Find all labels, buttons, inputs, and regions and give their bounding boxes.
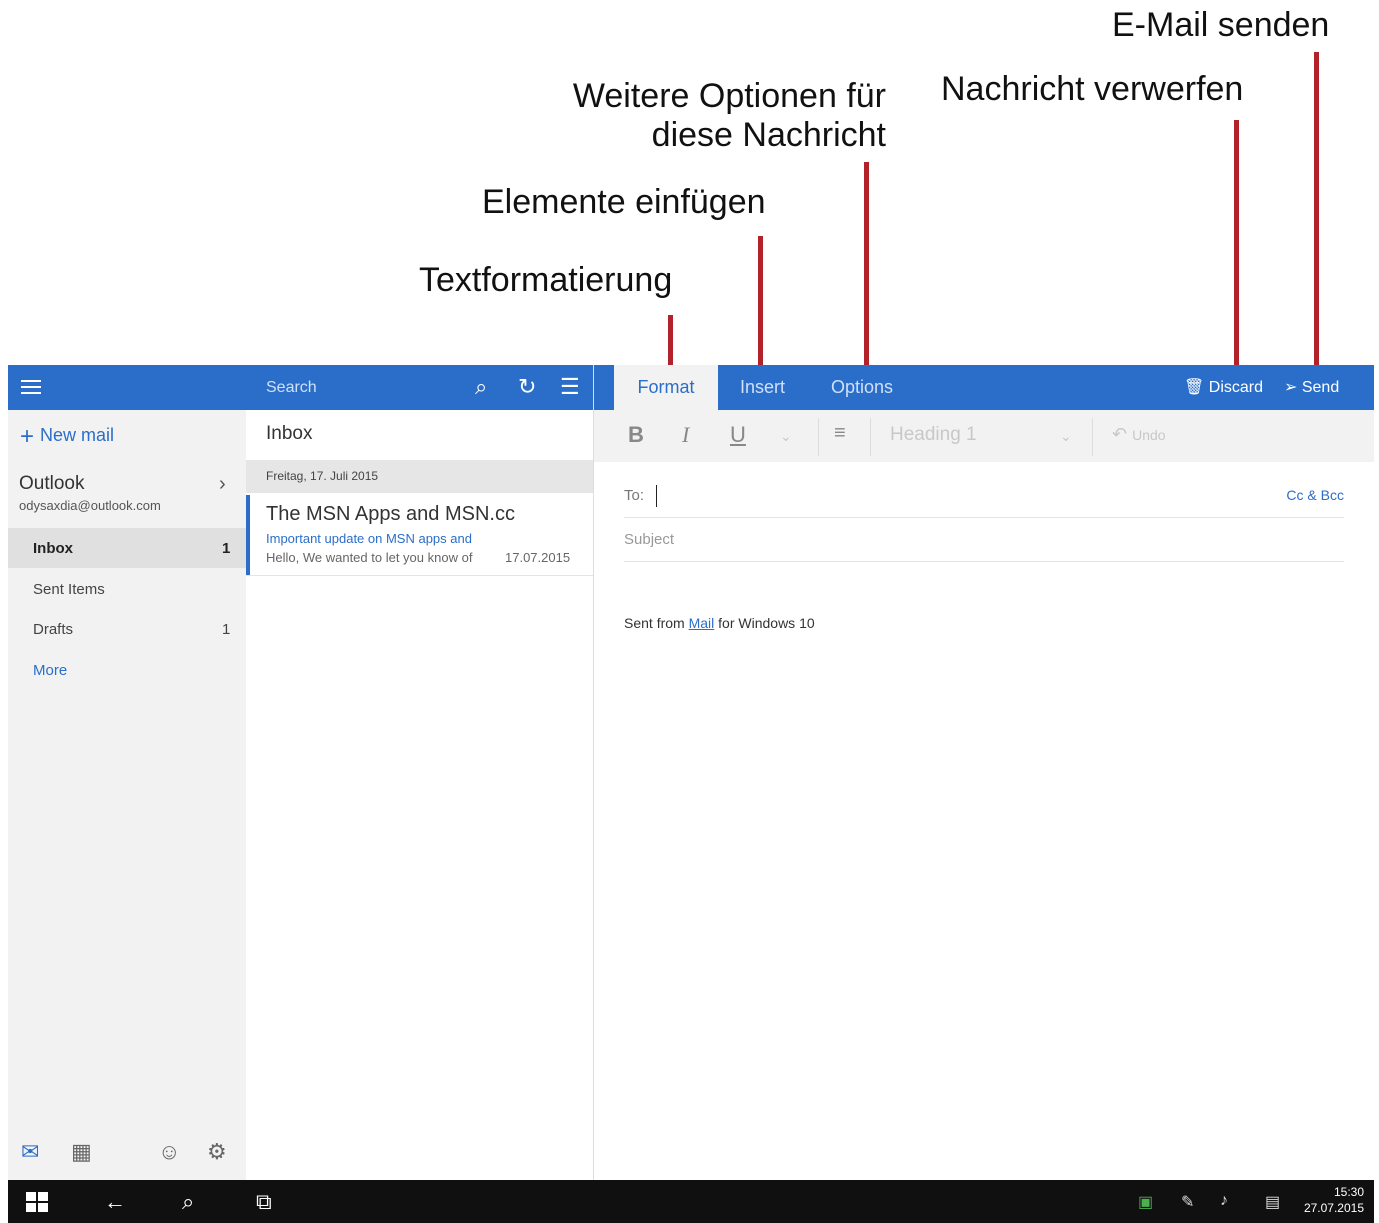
signature-suffix: for Windows 10	[714, 615, 815, 631]
taskbar: ← ⌕ ⧉ ▣ ✎ ♪ ▤ 15:30 27.07.2015	[8, 1180, 1374, 1223]
filter-icon[interactable]: ☰	[560, 374, 580, 400]
clock-time: 15:30	[1333, 1185, 1364, 1199]
nav-footer: ✉ ▦ ☺ ⚙	[8, 1125, 246, 1180]
annotation-line-insert	[758, 236, 763, 378]
hamburger-icon[interactable]	[21, 380, 41, 394]
toolbar-separator	[1092, 418, 1093, 456]
signature-prefix: Sent from	[624, 615, 689, 631]
annotation-send: E-Mail senden	[1112, 6, 1330, 44]
message-list-pane: Search ⌕ ↻ ☰ Inbox Freitag, 17. Juli 201…	[246, 365, 594, 1180]
annotation-insert: Elemente einfügen	[482, 183, 766, 221]
annotation-line-send	[1314, 52, 1319, 378]
folder-label: Inbox	[33, 540, 73, 557]
folder-count: 1	[222, 621, 231, 638]
message-sender: The MSN Apps and MSN.cc	[266, 503, 515, 525]
folder-sent-items[interactable]: Sent Items	[8, 569, 246, 609]
folder-label: Sent Items	[33, 581, 105, 598]
date-group-header: Freitag, 17. Juli 2015	[246, 460, 593, 493]
navigation-pane: + New mail Outlook odysaxdia@outlook.com …	[8, 365, 246, 1180]
folder-inbox[interactable]: Inbox 1	[8, 528, 246, 568]
clock-date: 27.07.2015	[1303, 1201, 1364, 1215]
chevron-down-icon[interactable]: ⌄	[780, 428, 792, 445]
account-email: odysaxdia@outlook.com	[19, 498, 161, 513]
task-view-icon[interactable]: ⧉	[256, 1189, 272, 1215]
smiley-icon[interactable]: ☺	[158, 1139, 180, 1165]
chevron-down-icon[interactable]: ⌄	[1060, 428, 1072, 445]
list-header: Inbox	[266, 423, 313, 444]
discard-button[interactable]: 🗑 Discard	[1184, 365, 1263, 410]
paragraph-format-icon[interactable]: ≡	[834, 422, 846, 445]
subject-field[interactable]: Subject	[624, 531, 1344, 562]
annotation-options: Weitere Optionen für diese Nachricht	[572, 77, 886, 155]
undo-button[interactable]: ↶ Undo	[1112, 424, 1166, 445]
mail-link[interactable]: Mail	[689, 615, 715, 631]
trash-icon: 🗑	[1184, 379, 1205, 396]
calendar-icon[interactable]: ▦	[71, 1139, 92, 1165]
to-field[interactable]: To: Cc & Bcc	[624, 485, 1344, 518]
cortana-icon[interactable]: ⌕	[182, 1189, 194, 1215]
text-caret	[656, 485, 657, 507]
clock[interactable]: 15:30 27.07.2015	[1304, 1184, 1364, 1216]
send-label: Send	[1301, 379, 1340, 396]
annotation-format: Textformatierung	[419, 261, 673, 299]
search-icon[interactable]: ⌕	[475, 374, 487, 400]
folder-count: 1	[222, 540, 231, 557]
pen-icon[interactable]: ✎	[1181, 1192, 1194, 1212]
annotation-discard: Nachricht verwerfen	[941, 70, 1244, 108]
mail-app-window: + New mail Outlook odysaxdia@outlook.com …	[8, 365, 1374, 1180]
subject-placeholder: Subject	[624, 531, 675, 548]
volume-icon[interactable]: ♪	[1220, 1192, 1228, 1210]
send-icon: ➢	[1284, 379, 1298, 396]
folder-label: Drafts	[33, 621, 74, 638]
discard-label: Discard	[1208, 379, 1263, 396]
date-group-label: Freitag, 17. Juli 2015	[266, 469, 379, 483]
account-name[interactable]: Outlook	[19, 473, 84, 495]
send-button[interactable]: ➢ Send	[1284, 365, 1339, 410]
underline-button[interactable]: U	[730, 422, 746, 448]
list-item[interactable]: The MSN Apps and MSN.cc Important update…	[246, 495, 593, 576]
toolbar-separator	[818, 418, 819, 456]
annotation-line-discard	[1234, 120, 1239, 378]
folder-drafts[interactable]: Drafts 1	[8, 609, 246, 649]
search-input[interactable]: Search	[266, 379, 317, 397]
back-icon[interactable]: ←	[104, 1189, 126, 1215]
style-dropdown[interactable]: Heading 1	[890, 424, 977, 446]
network-icon[interactable]: ▣	[1138, 1192, 1153, 1212]
plus-icon: +	[20, 423, 35, 450]
undo-label: Undo	[1132, 427, 1166, 443]
new-mail-label: New mail	[40, 425, 115, 445]
cc-bcc-link[interactable]: Cc & Bcc	[1286, 487, 1344, 503]
bold-button[interactable]: B	[628, 422, 644, 448]
windows-icon[interactable]	[26, 1192, 48, 1212]
message-date: 17.07.2015	[505, 550, 571, 565]
more-folders-link[interactable]: More	[33, 662, 67, 679]
message-subject: Important update on MSN apps and	[266, 531, 472, 546]
toolbar-separator	[870, 418, 871, 456]
selection-indicator	[246, 495, 250, 575]
tab-format[interactable]: Format	[614, 365, 718, 410]
chevron-right-icon[interactable]: ›	[219, 473, 226, 496]
action-center-icon[interactable]: ▤	[1265, 1192, 1280, 1212]
to-label: To:	[624, 487, 645, 504]
message-preview: Hello, We wanted to let you know of	[266, 550, 473, 565]
tab-insert[interactable]: Insert	[740, 365, 785, 410]
gear-icon[interactable]: ⚙	[207, 1139, 227, 1165]
new-mail-button[interactable]: + New mail	[20, 423, 114, 451]
sync-icon[interactable]: ↻	[518, 374, 536, 400]
format-toolbar: B I U ⌄ ≡ Heading 1 ⌄ ↶ Undo	[594, 410, 1374, 462]
annotation-line-options	[864, 162, 869, 378]
italic-button[interactable]: I	[682, 422, 689, 448]
compose-pane: Format Insert Options 🗑 Discard ➢ Send B…	[594, 365, 1374, 1180]
mail-icon[interactable]: ✉	[21, 1139, 39, 1165]
tab-options[interactable]: Options	[831, 365, 893, 410]
signature[interactable]: Sent from Mail for Windows 10	[624, 615, 815, 631]
